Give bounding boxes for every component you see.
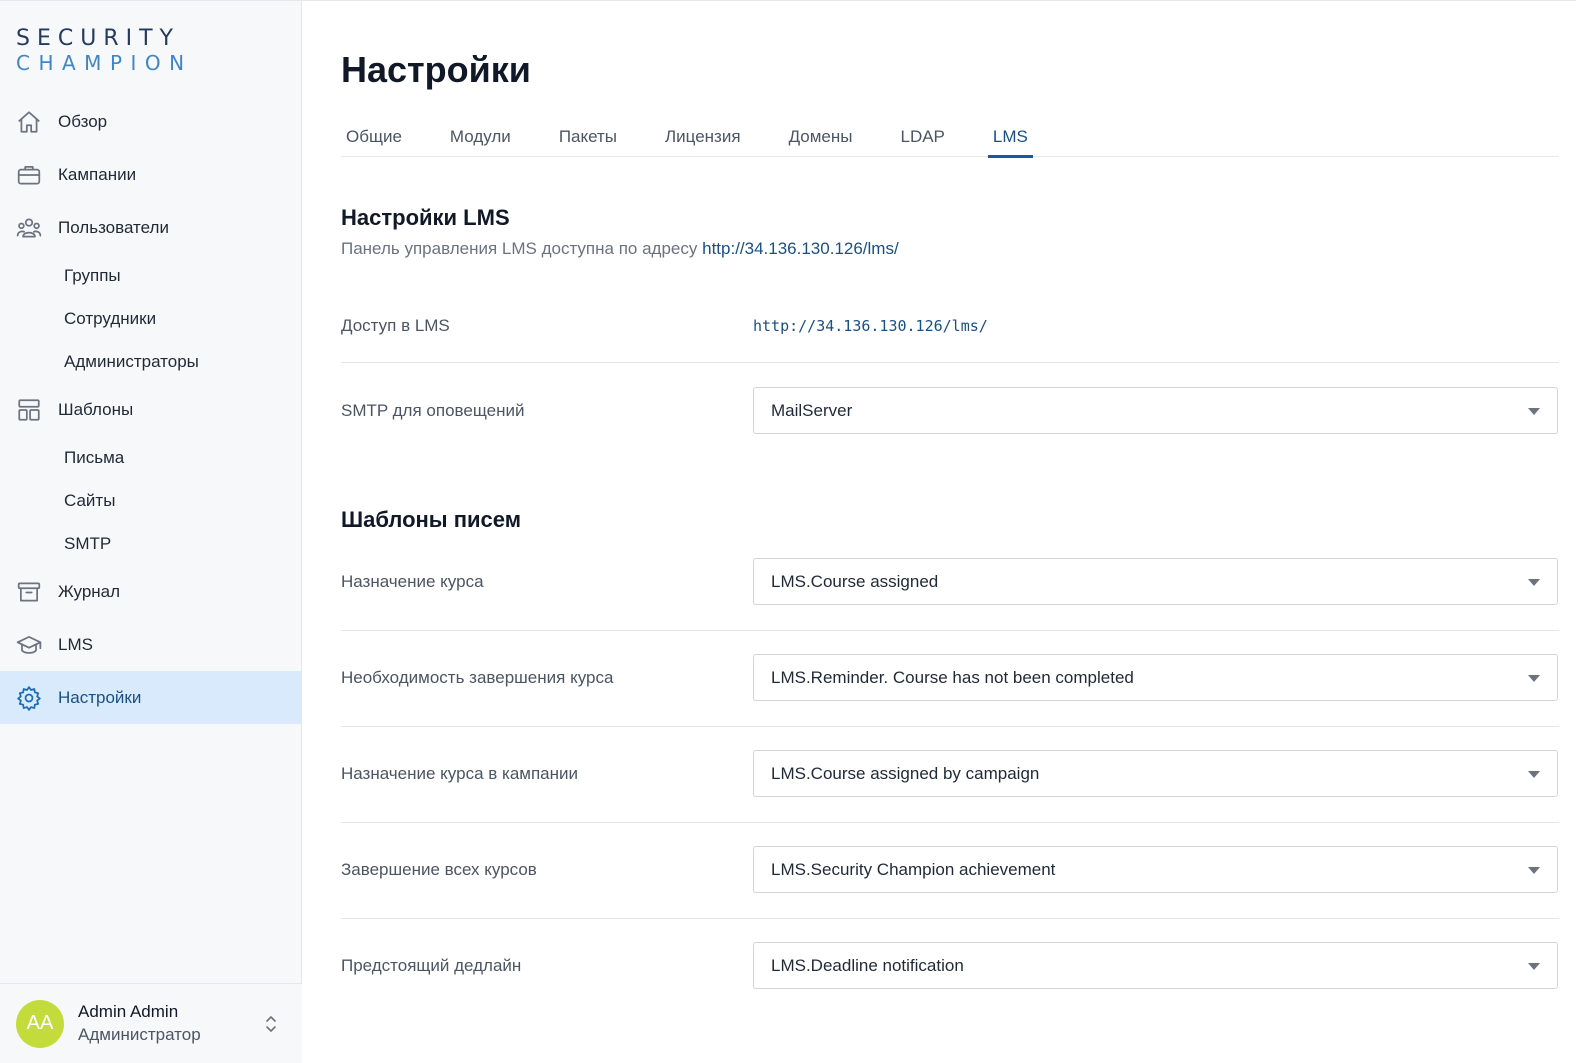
tab-ldap[interactable]: LDAP	[895, 123, 949, 157]
template-label: Предстоящий дедлайн	[341, 956, 522, 975]
template-select-value: LMS.Security Champion achievement	[771, 859, 1056, 879]
sidebar-item-label: Пользователи	[58, 217, 169, 237]
template-select[interactable]: LMS.Course assigned by campaign	[753, 750, 1558, 797]
chevron-up-down-icon[interactable]	[264, 1012, 278, 1036]
sidebar-item-label: Настройки	[58, 687, 142, 707]
archive-icon	[16, 579, 42, 605]
sidebar-item-label: Обзор	[58, 111, 108, 131]
gear-icon	[16, 685, 42, 711]
tab-license[interactable]: Лицензия	[660, 123, 746, 157]
template-label: Назначение курса	[341, 572, 484, 591]
template-select-value: LMS.Reminder. Course has not been comple…	[771, 667, 1134, 687]
sidebar-item-label: Шаблоны	[58, 399, 134, 419]
lms-settings-description: Панель управления LMS доступна по адресу…	[341, 239, 899, 259]
sidebar-item-campaigns[interactable]: Кампании	[0, 148, 302, 201]
template-row: Завершение всех курсов LMS.Security Cham…	[341, 823, 1559, 919]
sidebar-item-label: LMS	[58, 634, 93, 654]
description-text: Панель управления LMS доступна по адресу	[341, 239, 698, 258]
template-label: Назначение курса в кампании	[341, 764, 578, 783]
template-row: Необходимость завершения курса LMS.Remin…	[341, 631, 1559, 727]
lms-access-label: Доступ в LMS	[341, 316, 450, 335]
chevron-down-icon	[1528, 408, 1540, 415]
sidebar-subitem-letters[interactable]: Письма	[0, 436, 302, 479]
briefcase-icon	[16, 162, 42, 188]
sidebar-item-journal[interactable]: Журнал	[0, 565, 302, 618]
sidebar-subitem-smtp[interactable]: SMTP	[0, 522, 302, 565]
sidebar-item-overview[interactable]: Обзор	[0, 95, 302, 148]
user-role: Администратор	[78, 1025, 201, 1044]
tab-modules[interactable]: Модули	[445, 123, 516, 157]
lms-panel-link[interactable]: http://34.136.130.126/lms/	[702, 239, 899, 258]
lms-access-url[interactable]: http://34.136.130.126/lms/	[753, 317, 988, 335]
tab-lms[interactable]: LMS	[987, 123, 1033, 158]
settings-tabs: Общие Модули Пакеты Лицензия Домены LDAP…	[341, 123, 1559, 158]
smtp-select-value: MailServer	[771, 400, 853, 420]
lms-access-row: Доступ в LMS http://34.136.130.126/lms/	[341, 267, 1559, 363]
smtp-select[interactable]: MailServer	[753, 387, 1558, 434]
chevron-down-icon	[1528, 867, 1540, 874]
sidebar-subitem-sites[interactable]: Сайты	[0, 479, 302, 522]
lms-settings-title: Настройки LMS	[341, 205, 510, 230]
user-info: Admin Admin Администратор	[78, 1002, 201, 1045]
layout-icon	[16, 397, 42, 423]
chevron-down-icon	[1528, 963, 1540, 970]
sidebar-item-label: Журнал	[58, 581, 121, 601]
template-label: Необходимость завершения курса	[341, 668, 614, 687]
tab-packages[interactable]: Пакеты	[554, 123, 622, 157]
chevron-down-icon	[1528, 675, 1540, 682]
users-icon	[16, 215, 42, 241]
sidebar-subitem-employees[interactable]: Сотрудники	[0, 297, 302, 340]
email-templates-title: Шаблоны писем	[341, 507, 521, 532]
template-row: Назначение курса в кампании LMS.Course a…	[341, 727, 1559, 823]
template-select-value: LMS.Course assigned	[771, 571, 939, 591]
tab-general[interactable]: Общие	[341, 123, 407, 157]
sidebar-item-users[interactable]: Пользователи	[0, 201, 302, 254]
sidebar-item-label: Кампании	[58, 164, 137, 184]
template-row: Предстоящий дедлайн LMS.Deadline notific…	[341, 919, 1559, 1015]
chevron-down-icon	[1528, 771, 1540, 778]
template-select-value: LMS.Deadline notification	[771, 955, 964, 975]
main-content: Настройки Общие Модули Пакеты Лицензия Д…	[302, 0, 1576, 1063]
security-champion-logo[interactable]: SECURITY CHAMPION	[16, 26, 193, 77]
chevron-down-icon	[1528, 579, 1540, 586]
user-name: Admin Admin	[78, 1002, 179, 1021]
sidebar-subitem-administrators[interactable]: Администраторы	[0, 340, 302, 383]
avatar: AA	[16, 999, 64, 1048]
template-select-value: LMS.Course assigned by campaign	[771, 763, 1040, 783]
home-icon	[16, 109, 42, 135]
logo-line-2: CHAMPION	[16, 51, 193, 75]
graduation-cap-icon	[16, 632, 42, 658]
smtp-label: SMTP для оповещений	[341, 401, 525, 420]
template-select[interactable]: LMS.Deadline notification	[753, 942, 1558, 989]
template-select[interactable]: LMS.Reminder. Course has not been comple…	[753, 654, 1558, 701]
logo-line-1: SECURITY	[16, 26, 180, 51]
sidebar-nav: Обзор Кампании Пользователи Группы Сотру…	[0, 95, 302, 724]
template-select[interactable]: LMS.Security Champion achievement	[753, 846, 1558, 893]
template-row: Назначение курса LMS.Course assigned	[341, 535, 1559, 631]
sidebar-subitem-groups[interactable]: Группы	[0, 254, 302, 297]
user-profile-menu[interactable]: AA Admin Admin Администратор	[0, 983, 302, 1063]
tab-domains[interactable]: Домены	[784, 123, 858, 157]
sidebar-item-settings[interactable]: Настройки	[0, 671, 302, 724]
template-select[interactable]: LMS.Course assigned	[753, 558, 1558, 605]
template-label: Завершение всех курсов	[341, 860, 537, 879]
sidebar: SECURITY CHAMPION Обзор Кампании Пользов…	[0, 0, 302, 1063]
sidebar-item-lms[interactable]: LMS	[0, 618, 302, 671]
sidebar-item-templates[interactable]: Шаблоны	[0, 383, 302, 436]
smtp-row: SMTP для оповещений MailServer	[341, 363, 1559, 459]
page-title: Настройки	[341, 49, 531, 90]
